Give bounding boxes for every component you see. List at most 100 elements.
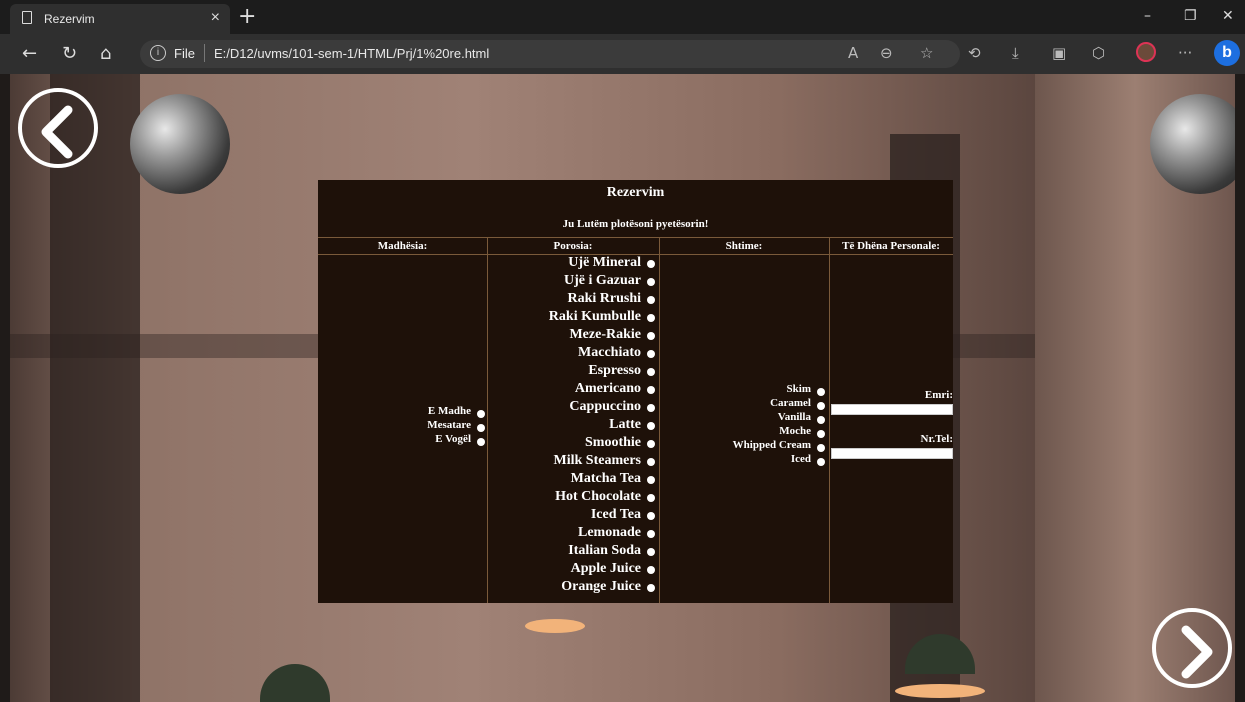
reservation-form: Rezervim Ju Lutëm plotësoni pyetësorin! … [318, 180, 953, 603]
radio-button[interactable] [647, 440, 655, 448]
radio-button[interactable] [647, 584, 655, 592]
form-title: Rezervim [606, 185, 665, 200]
column-header-order: Porosia: [553, 240, 593, 252]
phone-input[interactable] [831, 448, 953, 459]
order-option[interactable]: Latte [489, 417, 655, 435]
file-label: File [174, 46, 195, 61]
order-option[interactable]: Italian Soda [489, 543, 655, 561]
url-separator [204, 44, 205, 62]
previous-page-button[interactable] [18, 88, 98, 168]
collections-icon[interactable]: ▣ [1052, 44, 1066, 62]
order-option[interactable]: Ujë Mineral [489, 255, 655, 273]
order-option[interactable]: Orange Juice [489, 579, 655, 597]
reload-button[interactable]: ↻ [62, 43, 77, 64]
minimize-button[interactable]: – [1144, 8, 1151, 24]
extra-option[interactable]: Iced [661, 453, 825, 471]
form-subtitle: Ju Lutëm plotësoni pyetësorin! [562, 218, 709, 230]
divider [318, 237, 953, 238]
chevron-right-icon [1181, 625, 1213, 679]
tab-close-button[interactable]: × [211, 9, 220, 27]
divider [659, 237, 660, 603]
order-option[interactable]: Apple Juice [489, 561, 655, 579]
document-icon [22, 11, 32, 24]
radio-button[interactable] [647, 386, 655, 394]
radio-button[interactable] [647, 476, 655, 484]
order-option[interactable]: Smoothie [489, 435, 655, 453]
radio-button[interactable] [647, 494, 655, 502]
radio-button[interactable] [817, 416, 825, 424]
lamp-light [525, 619, 585, 633]
radio-button[interactable] [647, 278, 655, 286]
order-option[interactable]: Matcha Tea [489, 471, 655, 489]
tab-title: Rezervim [44, 12, 95, 26]
browser-tab-bar: Rezervim × + – ❐ ✕ [0, 0, 1245, 34]
favorite-star-icon[interactable]: ☆ [920, 44, 933, 62]
download-icon[interactable]: ⤓ [1012, 44, 1019, 62]
radio-button[interactable] [647, 548, 655, 556]
radio-button[interactable] [647, 296, 655, 304]
order-option[interactable]: Macchiato [489, 345, 655, 363]
divider [829, 237, 830, 603]
radio-button[interactable] [817, 430, 825, 438]
radio-button[interactable] [647, 566, 655, 574]
order-option[interactable]: Raki Kumbulle [489, 309, 655, 327]
radio-button[interactable] [477, 438, 485, 446]
radio-button[interactable] [817, 402, 825, 410]
order-option[interactable]: Meze-Rakie [489, 327, 655, 345]
shield-icon[interactable]: ⬡ [1092, 44, 1105, 62]
radio-button[interactable] [647, 368, 655, 376]
page-viewport: Rezervim Ju Lutëm plotësoni pyetësorin! … [10, 74, 1235, 702]
size-option[interactable]: E Vogël [318, 433, 485, 451]
order-option[interactable]: Milk Steamers [489, 453, 655, 471]
url-bar[interactable]: i File E:/D12/uvms/101-sem-1/HTML/Prj/1%… [140, 40, 960, 68]
info-icon[interactable]: i [150, 45, 166, 61]
read-aloud-icon[interactable]: A [848, 44, 858, 62]
bing-icon[interactable]: b [1214, 40, 1240, 66]
order-option[interactable]: Raki Rrushi [489, 291, 655, 309]
home-button[interactable]: ⌂ [100, 43, 111, 64]
browser-tab[interactable]: Rezervim × [10, 4, 230, 34]
name-label: Emri: [924, 389, 953, 401]
column-header-personal: Të Dhëna Personale: [842, 240, 940, 252]
radio-button[interactable] [647, 260, 655, 268]
chevron-left-icon [41, 105, 73, 159]
disco-ball-image [130, 94, 230, 194]
order-option[interactable]: Cappuccino [489, 399, 655, 417]
radio-button[interactable] [647, 422, 655, 430]
lamp-light [895, 684, 985, 698]
radio-button[interactable] [647, 458, 655, 466]
order-option[interactable]: Lemonade [489, 525, 655, 543]
order-option[interactable]: Ujë i Gazuar [489, 273, 655, 291]
more-menu-button[interactable]: ··· [1178, 44, 1192, 62]
radio-button[interactable] [477, 410, 485, 418]
next-page-button[interactable] [1152, 608, 1232, 688]
zoom-icon[interactable]: ⊖ [880, 44, 893, 62]
radio-button[interactable] [647, 332, 655, 340]
name-input[interactable] [831, 404, 953, 415]
radio-button[interactable] [477, 424, 485, 432]
back-button[interactable]: ← [22, 43, 37, 64]
radio-button[interactable] [647, 512, 655, 520]
close-window-button[interactable]: ✕ [1222, 8, 1234, 24]
profile-avatar[interactable] [1136, 42, 1156, 62]
radio-button[interactable] [647, 314, 655, 322]
url-text[interactable]: E:/D12/uvms/101-sem-1/HTML/Prj/1%20re.ht… [214, 46, 489, 61]
divider [487, 237, 488, 603]
order-option[interactable]: Americano [489, 381, 655, 399]
radio-button[interactable] [647, 350, 655, 358]
radio-button[interactable] [647, 404, 655, 412]
restore-button[interactable]: ❐ [1184, 8, 1197, 24]
phone-label: Nr.Tel: [920, 433, 954, 445]
extensions-icon[interactable]: ⟲ [968, 44, 981, 62]
column-header-extras: Shtime: [725, 240, 763, 252]
new-tab-button[interactable]: + [238, 4, 256, 29]
radio-button[interactable] [817, 458, 825, 466]
address-toolbar: ← ↻ ⌂ i File E:/D12/uvms/101-sem-1/HTML/… [0, 34, 1245, 74]
radio-button[interactable] [817, 388, 825, 396]
order-option[interactable]: Hot Chocolate [489, 489, 655, 507]
radio-button[interactable] [817, 444, 825, 452]
order-option[interactable]: Iced Tea [489, 507, 655, 525]
radio-button[interactable] [647, 530, 655, 538]
column-header-size: Madhësia: [377, 240, 428, 252]
order-option[interactable]: Espresso [489, 363, 655, 381]
